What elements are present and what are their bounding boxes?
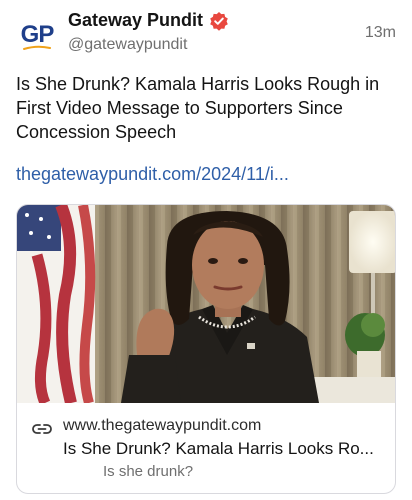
link-preview-description: Is she drunk? — [103, 463, 194, 480]
avatar[interactable]: GP — [14, 14, 60, 60]
verified-badge-icon — [210, 11, 228, 31]
avatar-logo-text: GP — [20, 21, 55, 48]
link-preview-image — [17, 205, 395, 403]
post-timestamp: 13m — [364, 24, 396, 41]
link-preview-title: Is She Drunk? Kamala Harris Looks Ro... — [63, 439, 374, 458]
post-link[interactable]: thegatewaypundit.com/2024/11/i... — [16, 164, 289, 185]
post: GP Gateway Pundit @gatewaypundit 13m Is … — [0, 0, 412, 500]
account-name-row: Gateway Pundit — [68, 10, 229, 31]
link-icon — [32, 424, 52, 434]
account-handle[interactable]: @gatewaypundit — [68, 36, 187, 54]
avatar-swoosh-icon — [23, 45, 51, 50]
account-name[interactable]: Gateway Pundit — [68, 10, 203, 31]
link-preview-domain: www.thegatewaypundit.com — [63, 417, 262, 434]
link-preview-footer: www.thegatewaypundit.com Is She Drunk? K… — [17, 403, 395, 493]
link-preview-card[interactable]: www.thegatewaypundit.com Is She Drunk? K… — [16, 204, 396, 494]
post-text: Is She Drunk? Kamala Harris Looks Rough … — [16, 74, 380, 142]
